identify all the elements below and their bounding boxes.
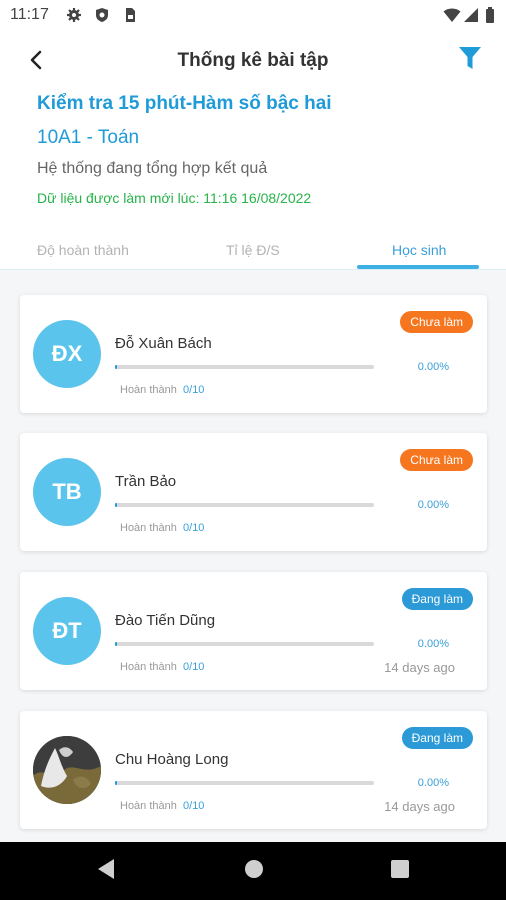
signal-icon <box>463 7 479 23</box>
sim-card-icon <box>122 7 138 23</box>
student-name: Đào Tiến Dũng <box>115 612 216 629</box>
completion-label: Hoàn thành <box>120 661 177 673</box>
student-card[interactable]: Chu Hoàng Long Đang làm 0.00% Hoàn thành… <box>20 711 487 829</box>
system-nav-bar <box>0 842 506 900</box>
student-name: Trần Bảo <box>115 473 177 490</box>
class-name: 10A1 - Toán <box>37 127 140 148</box>
progress-fill <box>115 365 117 369</box>
avatar-photo <box>33 736 101 804</box>
battery-icon <box>485 7 495 23</box>
exam-title: Kiểm tra 15 phút-Hàm số bậc hai <box>37 93 332 114</box>
shield-icon <box>94 7 110 23</box>
status-badge: Đang làm <box>401 588 473 610</box>
progress-fill <box>115 642 117 646</box>
filter-icon <box>458 45 482 76</box>
completion-label: Hoàn thành <box>120 522 177 534</box>
filter-button[interactable] <box>454 44 486 76</box>
progress-percent: 0.00% <box>417 361 449 373</box>
back-triangle-icon <box>96 858 116 885</box>
page-title: Thống kê bài tập <box>177 50 329 71</box>
avatar: ĐT <box>33 597 101 665</box>
progress-fill <box>115 503 117 507</box>
tab-bar: Độ hoàn thành Tỉ lệ Đ/S Học sinh <box>0 232 506 270</box>
completion-info: Hoàn thành 0/10 <box>120 661 204 673</box>
tab-students[interactable]: Học sinh <box>392 242 446 258</box>
completion-count: 0/10 <box>183 661 205 673</box>
completion-label: Hoàn thành <box>120 800 177 812</box>
status-badge: Chưa làm <box>400 449 473 471</box>
student-name: Chu Hoàng Long <box>115 751 229 768</box>
status-time: 11:17 <box>10 6 49 23</box>
status-badge: Chưa làm <box>400 311 473 333</box>
student-card[interactable]: ĐT Đào Tiến Dũng Đang làm 0.00% Hoàn thà… <box>20 572 487 690</box>
nav-home-button[interactable] <box>242 859 266 883</box>
avatar: TB <box>33 458 101 526</box>
updated-time-text: Dữ liệu được làm mới lúc: 11:16 16/08/20… <box>37 190 312 206</box>
progress-percent: 0.00% <box>417 638 449 650</box>
progress-bar <box>115 503 374 507</box>
progress-bar <box>115 365 374 369</box>
home-circle-icon <box>243 858 265 885</box>
nav-recents-button[interactable] <box>388 859 412 883</box>
progress-percent: 0.00% <box>417 499 449 511</box>
completion-count: 0/10 <box>183 522 205 534</box>
last-activity-time: 14 days ago <box>384 799 455 814</box>
avatar: ĐX <box>33 320 101 388</box>
last-activity-time: 14 days ago <box>384 660 455 675</box>
progress-percent: 0.00% <box>417 777 449 789</box>
completion-count: 0/10 <box>183 384 205 396</box>
tab-correct-rate[interactable]: Tỉ lệ Đ/S <box>226 242 280 258</box>
student-card[interactable]: TB Trần Bảo Chưa làm 0.00% Hoàn thành 0/… <box>20 433 487 551</box>
app-header: Thống kê bài tập <box>0 32 506 92</box>
completion-info: Hoàn thành 0/10 <box>120 522 204 534</box>
system-status-text: Hệ thống đang tổng hợp kết quả <box>37 160 268 177</box>
status-bar: 11:17 <box>0 0 506 32</box>
recents-square-icon <box>390 859 410 884</box>
gear-icon <box>66 7 82 23</box>
completion-label: Hoàn thành <box>120 384 177 396</box>
wifi-icon <box>443 7 461 23</box>
student-name: Đỗ Xuân Bách <box>115 335 212 352</box>
status-badge: Đang làm <box>401 727 473 749</box>
completion-info: Hoàn thành 0/10 <box>120 800 204 812</box>
progress-bar <box>115 781 374 785</box>
progress-bar <box>115 642 374 646</box>
nav-back-button[interactable] <box>94 858 118 885</box>
student-list: ĐX Đỗ Xuân Bách Chưa làm 0.00% Hoàn thàn… <box>0 270 506 842</box>
completion-info: Hoàn thành 0/10 <box>120 384 204 396</box>
completion-count: 0/10 <box>183 800 205 812</box>
tab-completion[interactable]: Độ hoàn thành <box>37 242 129 258</box>
student-card[interactable]: ĐX Đỗ Xuân Bách Chưa làm 0.00% Hoàn thàn… <box>20 295 487 413</box>
progress-fill <box>115 781 117 785</box>
active-tab-indicator <box>357 265 479 269</box>
